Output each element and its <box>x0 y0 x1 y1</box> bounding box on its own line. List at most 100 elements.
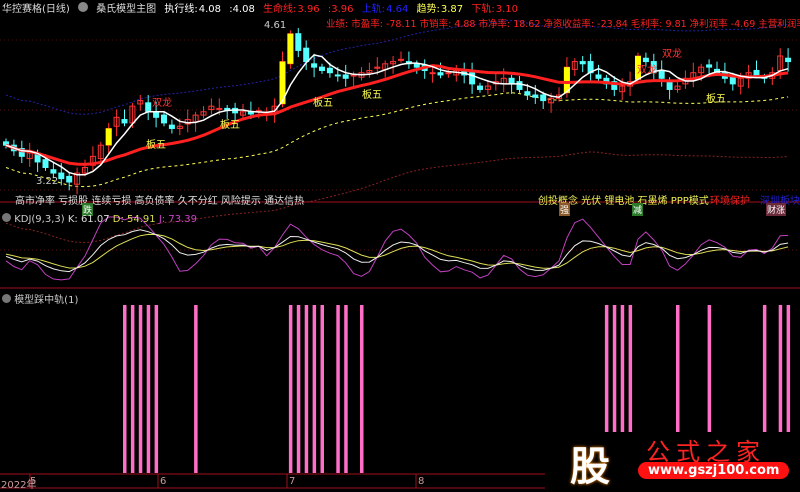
board-label: 板五 <box>362 90 382 101</box>
candle-body <box>398 58 404 61</box>
header-bar: 华控赛格(日线) 桑氏模型主图 执行线:4.08 :4.08 生命线:3.96 … <box>2 0 523 15</box>
signal-panel-title[interactable]: 模型踩中轨(1) <box>14 295 78 306</box>
lower-value: 3.10 <box>495 4 518 15</box>
board-label: 板五 <box>706 94 726 105</box>
fundamentals-text: 业绩: 市盈率: -78.11 市销率: 4.88 市净率: 18.62 净资收… <box>326 19 800 30</box>
life-value: 3.96 <box>297 4 320 15</box>
signal-label: 双龙 <box>637 65 657 76</box>
xaxis-label: 7 <box>289 476 296 487</box>
xaxis-label: 6 <box>160 476 167 487</box>
low-price-label: 3.22 <box>36 176 59 187</box>
dropdown-icon[interactable] <box>78 2 88 12</box>
kdj-j-line <box>5 216 789 281</box>
kdj-d: D: 54.91 <box>112 214 156 225</box>
signal-bar <box>123 305 127 473</box>
sector-tag: 财涨 <box>766 203 787 216</box>
upper-band-line <box>5 19 789 115</box>
candle-body <box>595 74 602 79</box>
kdj-d-line <box>5 233 789 269</box>
signal-panel-header: 模型踩中轨(1) <box>2 291 78 306</box>
candle-body <box>295 33 302 51</box>
candle-body <box>706 64 713 68</box>
chart-canvas <box>0 19 800 489</box>
candle-body <box>785 57 792 63</box>
signal-bar <box>138 305 143 473</box>
candle-body <box>303 47 310 63</box>
candle-body <box>42 159 49 168</box>
signal-bar <box>304 305 309 473</box>
candle-body <box>579 61 586 65</box>
candle-body <box>658 69 665 79</box>
signal-bar <box>360 305 364 473</box>
signal-bar <box>320 305 324 473</box>
kdj-header: KDJ(9,3,3) K: 61.07 D: 54.91 J: 73.39 <box>2 213 197 225</box>
limit-up-candle <box>287 33 294 64</box>
board-label: 板五 <box>220 120 240 131</box>
signal-bar <box>146 305 151 473</box>
trend-label: 趋势: <box>416 4 440 15</box>
signal-bar <box>130 305 135 473</box>
life-line <box>5 64 789 166</box>
candle-body <box>66 175 73 183</box>
candle-body <box>311 63 318 68</box>
candle-body <box>524 91 531 96</box>
candle-body <box>153 111 160 118</box>
candle-body <box>540 94 547 102</box>
lower-label: 下轨: <box>471 4 495 15</box>
candle-body <box>326 67 333 74</box>
candle-body <box>50 169 57 174</box>
candle-body <box>753 69 760 76</box>
collapse-icon[interactable] <box>2 294 11 303</box>
candle-body <box>334 74 341 77</box>
stock-title[interactable]: 华控赛格(日线) <box>2 4 70 15</box>
xaxis-label: 8 <box>418 476 425 487</box>
candle-body <box>58 172 65 180</box>
concept-tag: 强 <box>559 203 571 216</box>
exec-value: 4.08 <box>198 4 222 15</box>
watermark-logo: 股 公式之家 www.gszj100.com <box>556 432 800 490</box>
candle-body <box>413 63 420 68</box>
signal-bar <box>288 305 293 473</box>
signal-bar <box>194 305 198 473</box>
indicator-name: 桑氏模型主图 <box>96 4 157 15</box>
candle-body <box>477 85 483 90</box>
signal-bar <box>336 305 340 473</box>
candle-body <box>429 72 436 75</box>
exec-line <box>5 54 789 176</box>
concept-tag: 减 <box>632 203 644 216</box>
candle-body <box>161 114 167 124</box>
candle-body <box>342 74 349 79</box>
candle-body <box>445 72 452 75</box>
candle-body <box>145 102 152 113</box>
signal-bar <box>296 305 301 473</box>
life-value-2: :3.96 <box>327 4 354 15</box>
signal-label: 双龙 <box>152 98 172 109</box>
signal-label: 双龙 <box>662 49 682 60</box>
logo-char: 股 <box>570 444 610 490</box>
exec-value-2: :4.08 <box>229 4 255 15</box>
collapse-icon[interactable] <box>2 213 11 222</box>
signal-bar <box>344 305 348 473</box>
signal-bar <box>312 305 317 473</box>
upper-value: 4.64 <box>386 4 409 15</box>
exec-label: 执行线: <box>164 4 198 15</box>
env-text: 环境保护 <box>710 196 750 207</box>
candle-body <box>216 107 223 110</box>
limit-up-candle <box>105 128 112 146</box>
signal-bar <box>154 305 159 473</box>
kdj-k: K: 61.07 <box>67 214 110 225</box>
high-price-label: 4.61 <box>264 20 287 31</box>
candle-body <box>319 66 325 71</box>
trend-value: 3.87 <box>440 4 464 15</box>
board-label: 板五 <box>313 98 333 109</box>
kdj-j: J: 73.39 <box>158 214 197 225</box>
candle-body <box>516 81 523 90</box>
life-label: 生命线: <box>263 4 297 15</box>
candle-body <box>508 77 515 85</box>
trend-line <box>5 92 789 188</box>
risk-text: 高市净率 亏损股 连续亏损 高负债率 久不分红 风险提示 通达信热 <box>15 196 305 207</box>
logo-url: www.gszj100.com <box>638 462 790 479</box>
xaxis-label: 5 <box>30 476 37 487</box>
candle-body <box>437 72 444 76</box>
kdj-title[interactable]: KDJ(9,3,3) <box>14 214 64 225</box>
